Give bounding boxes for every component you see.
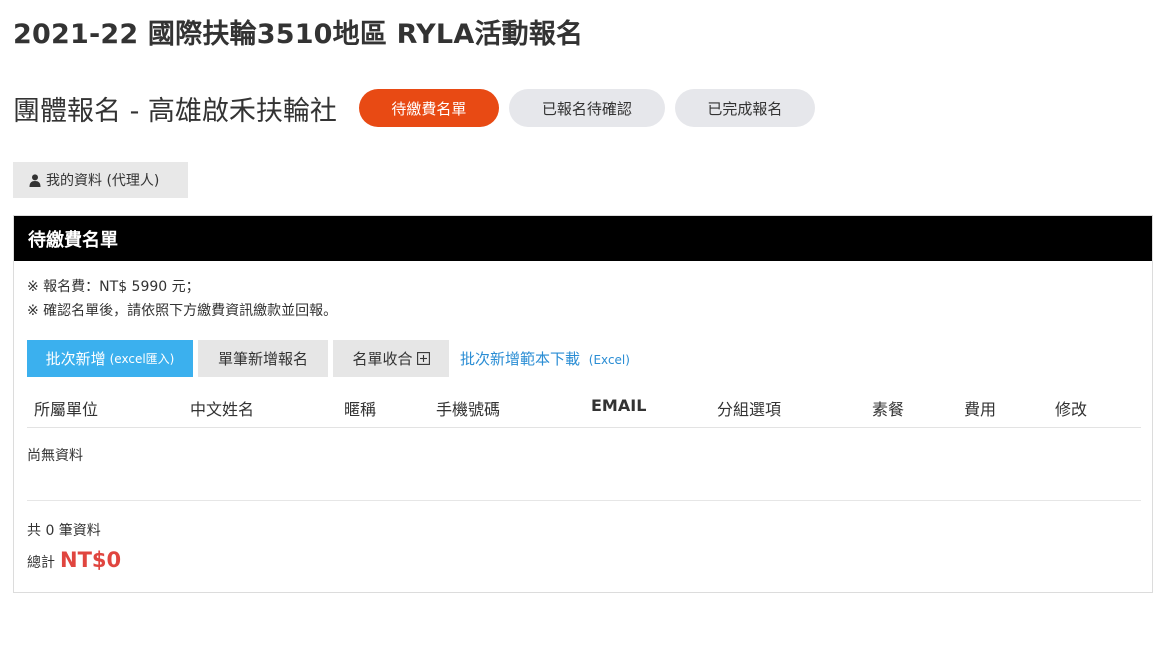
col-chinese-name: 中文姓名 — [190, 400, 255, 419]
col-group-option: 分組選項 — [717, 400, 782, 419]
template-download-link[interactable]: 批次新增範本下載 (Excel) — [460, 348, 630, 369]
collapse-list-label: 名單收合 — [352, 350, 413, 368]
plus-square-icon — [416, 352, 430, 365]
tab-pending-payment[interactable]: 待繳費名單 — [358, 89, 499, 127]
template-download-label: 批次新增範本下載 — [460, 350, 581, 368]
collapse-list-button[interactable]: 名單收合 — [333, 340, 449, 377]
user-icon — [29, 173, 41, 187]
my-profile-button[interactable]: 我的資料 (代理人) — [13, 162, 188, 198]
tab-completed[interactable]: 已完成報名 — [674, 89, 815, 127]
batch-add-button[interactable]: 批次新增 (excel匯入) — [27, 340, 193, 377]
single-add-button[interactable]: 單筆新增報名 — [198, 340, 328, 377]
divider — [27, 500, 1141, 501]
fee-notes: ※ 報名費：NT$ 5990 元； ※ 確認名單後，請依照下方繳費資訊繳款並回報… — [27, 275, 337, 323]
header-row: 團體報名 - 高雄啟禾扶輪社 待繳費名單 已報名待確認 已完成報名 — [13, 86, 825, 130]
col-vegetarian: 素餐 — [872, 400, 905, 419]
batch-add-sub: (excel匯入) — [109, 352, 175, 366]
col-email: EMAIL — [591, 396, 647, 415]
page-title: 2021-22 國際扶輪3510地區 RYLA活動報名 — [13, 19, 584, 50]
col-edit: 修改 — [1055, 400, 1088, 419]
record-count: 共 0 筆資料 — [27, 523, 101, 539]
panel-title: 待繳費名單 — [14, 216, 1152, 261]
total-label: 總計 — [27, 555, 55, 571]
empty-message: 尚無資料 — [27, 448, 83, 464]
tab-pending-confirmation[interactable]: 已報名待確認 — [508, 89, 665, 127]
my-profile-label: 我的資料 (代理人) — [46, 173, 160, 189]
pending-payment-panel: 待繳費名單 ※ 報名費：NT$ 5990 元； ※ 確認名單後，請依照下方繳費資… — [13, 215, 1153, 593]
payment-note: ※ 確認名單後，請依照下方繳費資訊繳款並回報。 — [27, 303, 338, 319]
template-download-sub: (Excel) — [588, 353, 630, 367]
group-title: 團體報名 - 高雄啟禾扶輪社 — [13, 95, 337, 127]
total-row: 總計 NT$0 — [27, 548, 121, 572]
batch-add-label: 批次新增 — [45, 350, 106, 368]
col-mobile: 手機號碼 — [436, 400, 501, 419]
table-header: 所屬單位 中文姓名 暱稱 手機號碼 EMAIL 分組選項 素餐 費用 修改 — [27, 384, 1141, 428]
col-nickname: 暱稱 — [344, 400, 377, 419]
col-fee: 費用 — [964, 400, 997, 419]
col-unit: 所屬單位 — [34, 400, 99, 419]
total-amount: NT$0 — [60, 548, 122, 572]
fee-note: ※ 報名費：NT$ 5990 元； — [27, 279, 200, 295]
toolbar: 批次新增 (excel匯入) 單筆新增報名 名單收合 批次新增範本下載 (Exc… — [27, 340, 630, 377]
